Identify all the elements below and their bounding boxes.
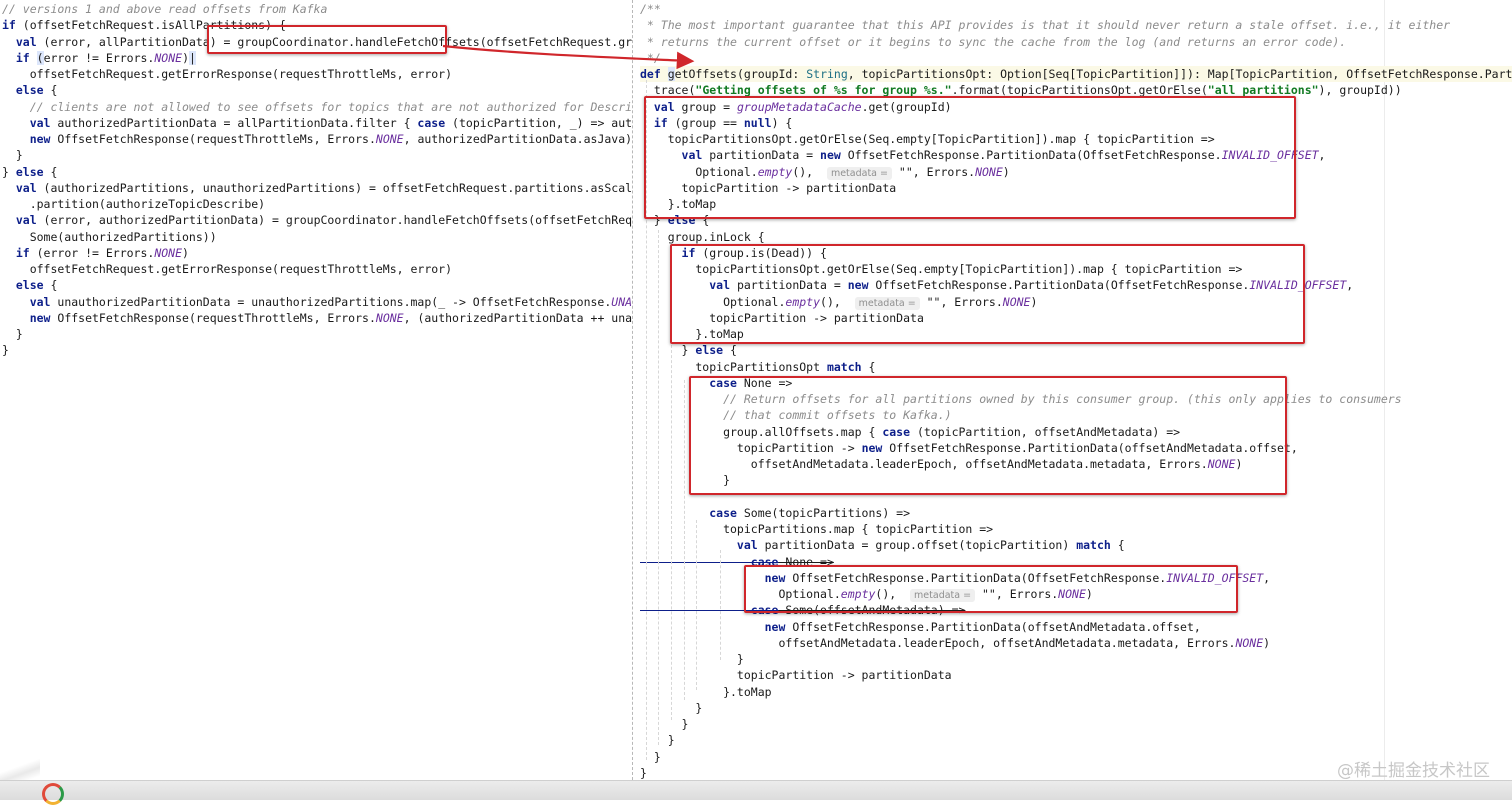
annotation-arrow [442, 44, 695, 70]
watermark: @稀土掘金技术社区 [1337, 761, 1490, 781]
app-dock-icon[interactable] [42, 783, 64, 805]
dock-bar [0, 780, 1512, 800]
